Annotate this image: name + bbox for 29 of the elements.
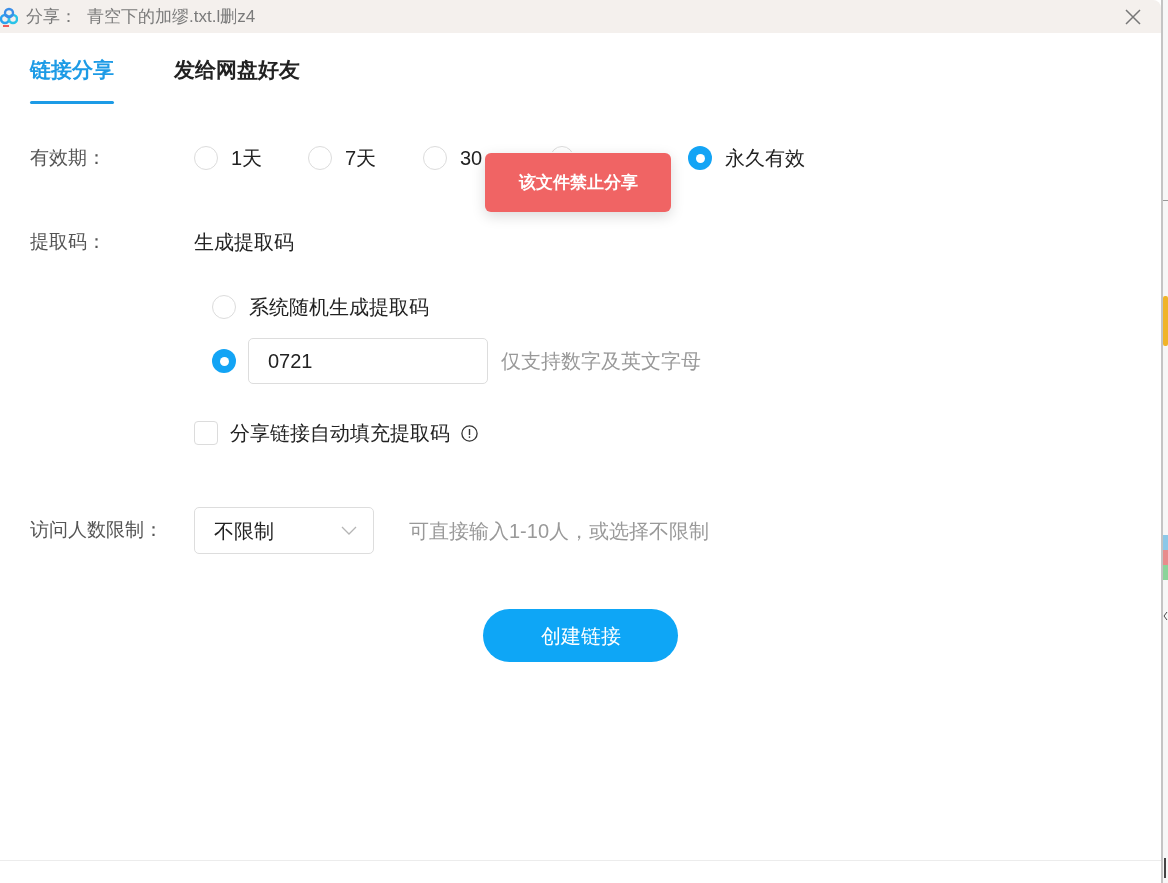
radio-button[interactable] [194,146,218,170]
chevron-down-icon [341,526,357,535]
info-icon[interactable] [461,424,478,442]
tab[interactable]: 发给网盘好友 [174,33,300,104]
visitor-limit-select[interactable]: 不限制 [194,507,374,554]
close-icon [1125,8,1141,25]
window-title: 分享： [26,5,77,28]
field-label: 提取码： [30,229,106,254]
app-logo-icon [0,6,18,27]
input-hint: 仅支持数字及英文字母 [501,349,701,374]
field-label: 访问人数限制： [30,518,163,543]
checkbox[interactable] [194,421,218,445]
option-label: 1天 [231,146,263,171]
input-hint: 可直接输入1-10人，或选择不限制 [409,518,710,544]
field-label: 有效期： [30,145,106,170]
option-label: 30 [460,146,483,171]
radio-button[interactable] [212,295,236,319]
section-heading: 生成提取码 [194,230,294,255]
radio-button[interactable] [688,146,712,170]
file-name: 青空下的加缪.txt.l删z4 [87,5,256,28]
code-input[interactable]: 0721 [248,338,488,384]
radio-button[interactable] [423,146,447,170]
checkbox-label: 分享链接自动填充提取码 [230,421,450,446]
error-toast: 该文件禁止分享 [485,153,671,212]
option-label: 7天 [345,146,377,171]
radio-button[interactable] [308,146,332,170]
radio-button[interactable] [212,349,236,373]
option-label: 永久有效 [725,146,805,171]
option-label: 系统随机生成提取码 [249,295,429,320]
